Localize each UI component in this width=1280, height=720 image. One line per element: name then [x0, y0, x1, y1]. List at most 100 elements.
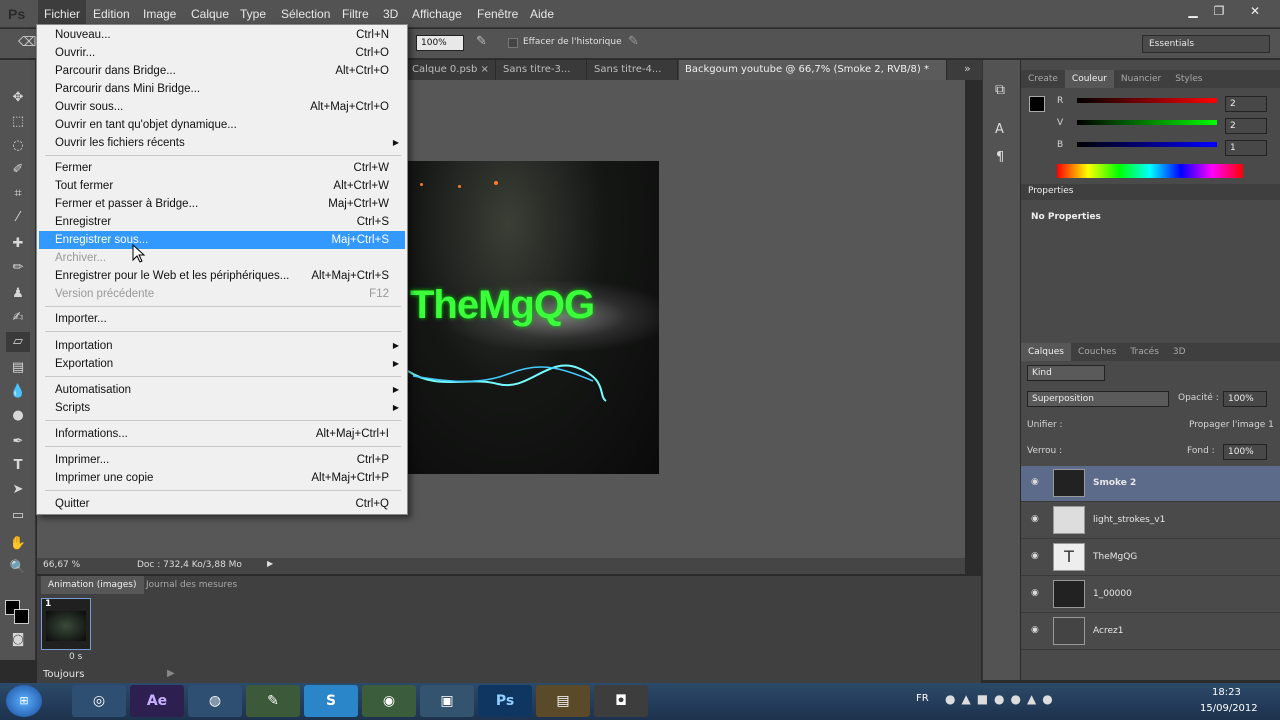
tab-calque0[interactable]: Calque 0.psb ×	[406, 60, 496, 80]
zoom-tool-icon[interactable]: 🔍	[6, 558, 30, 578]
menu-item-enregistrer-web[interactable]: Enregistrer pour le Web et les périphéri…	[39, 267, 405, 285]
photoshop-icon[interactable]: Ps	[478, 685, 532, 717]
minimize-icon[interactable]: ▁	[1182, 3, 1204, 19]
quick-mask-icon[interactable]: ◙	[6, 630, 30, 650]
tab-sans-titre-3[interactable]: Sans titre-3... ×	[497, 60, 587, 95]
marquee-tool-icon[interactable]: ⬚	[6, 112, 30, 132]
opacity-field[interactable]: 100%	[1223, 391, 1267, 407]
menu-item-informations[interactable]: Informations... Alt+Maj+Ctrl+I	[39, 425, 405, 443]
lasso-tool-icon[interactable]: ◌	[6, 136, 30, 156]
stamp-tool-icon[interactable]: ♟	[6, 284, 30, 304]
menu-affichage[interactable]: Affichage	[406, 0, 468, 28]
eye-icon[interactable]: ◉	[1031, 514, 1039, 524]
menu-item-imprimer-copie[interactable]: Imprimer une copie Alt+Maj+Ctrl+P	[39, 469, 405, 487]
notepad-icon[interactable]: ✎	[246, 685, 300, 717]
tray-icons[interactable]: ●▲■●●▲●	[945, 692, 1059, 706]
layer-name[interactable]: Smoke 2	[1093, 478, 1136, 488]
color-spectrum[interactable]	[1057, 164, 1243, 178]
menu-item-quitter[interactable]: Quitter Ctrl+Q	[39, 495, 405, 513]
channel-r-value[interactable]: 2	[1225, 96, 1267, 112]
skype-icon[interactable]: S	[304, 685, 358, 717]
eye-icon[interactable]: ◉	[1031, 551, 1039, 561]
gradient-tool-icon[interactable]: ▤	[6, 358, 30, 378]
channel-b-slider[interactable]	[1077, 142, 1217, 147]
tab-styles[interactable]: Styles	[1168, 70, 1209, 88]
tab-create[interactable]: Create	[1021, 70, 1065, 88]
layer-name[interactable]: Acrez1	[1093, 626, 1123, 636]
blend-mode-select[interactable]: Superposition	[1027, 391, 1169, 407]
document-canvas[interactable]: TheMgQG	[408, 161, 659, 474]
menu-item-fermer-bridge[interactable]: Fermer et passer à Bridge... Maj+Ctrl+W	[39, 195, 405, 213]
layer-row[interactable]: ◉ Smoke 2	[1021, 466, 1280, 502]
blur-tool-icon[interactable]: 💧	[6, 382, 30, 402]
menu-item-ouvrir-sous[interactable]: Ouvrir sous... Alt+Maj+Ctrl+O	[39, 98, 405, 116]
menu-item-objet-dynamique[interactable]: Ouvrir en tant qu'objet dynamique...	[39, 116, 405, 134]
frame-time[interactable]: 0 s	[69, 652, 82, 662]
airbrush-icon[interactable]: ✎	[476, 34, 487, 49]
menu-item-exportation[interactable]: Exportation ▶	[39, 355, 405, 373]
eye-icon[interactable]: ◉	[1031, 625, 1039, 635]
status-zoom[interactable]: 66,67 %	[43, 560, 80, 570]
character-icon[interactable]: A	[995, 122, 1004, 137]
menu-fenetre[interactable]: Fenêtre	[471, 0, 524, 28]
eyedropper-icon[interactable]: ⁄	[6, 208, 30, 228]
clock-time[interactable]: 18:23	[1212, 687, 1241, 698]
menu-item-scripts[interactable]: Scripts ▶	[39, 399, 405, 417]
erase-history-checkbox[interactable]	[508, 38, 518, 48]
type-tool-icon[interactable]: T	[6, 456, 30, 476]
channel-b-value[interactable]: 1	[1225, 140, 1267, 156]
propagate-label[interactable]: Propager l'image 1	[1189, 420, 1274, 430]
menu-item-enregistrer[interactable]: Enregistrer Ctrl+S	[39, 213, 405, 231]
dodge-tool-icon[interactable]: ●	[6, 406, 30, 426]
layer-row[interactable]: ◉ Acrez1	[1021, 614, 1280, 650]
layer-filter-select[interactable]: Kind	[1027, 365, 1105, 381]
zoom-field[interactable]: 100%	[416, 35, 464, 51]
pen-tool-icon[interactable]: ✒	[6, 432, 30, 452]
workspace-select[interactable]: Essentials	[1142, 35, 1270, 53]
color-foreground-swatch[interactable]	[1029, 96, 1045, 112]
tab-couches[interactable]: Couches	[1071, 343, 1123, 361]
app-icon[interactable]: ◘	[594, 685, 648, 717]
hand-tool-icon[interactable]: ✋	[6, 534, 30, 554]
history-icon[interactable]: ⧉	[995, 82, 1005, 98]
background-color-swatch[interactable]	[14, 609, 29, 624]
shape-tool-icon[interactable]: ▭	[6, 506, 30, 526]
language-indicator[interactable]: FR	[916, 693, 929, 704]
loop-select[interactable]: Toujours	[43, 669, 84, 680]
tab-nuancier[interactable]: Nuancier	[1114, 70, 1168, 88]
channel-v-slider[interactable]	[1077, 120, 1217, 125]
layer-name[interactable]: TheMgQG	[1093, 552, 1137, 562]
browser-icon[interactable]: ◍	[188, 685, 242, 717]
tabs-overflow-icon[interactable]: »	[964, 62, 971, 75]
tab-3d[interactable]: 3D	[1166, 343, 1193, 361]
menu-item-importation[interactable]: Importation ▶	[39, 337, 405, 355]
chrome-icon[interactable]: ◉	[362, 685, 416, 717]
layer-name[interactable]: light_strokes_v1	[1093, 515, 1165, 525]
fill-field[interactable]: 100%	[1223, 444, 1267, 460]
eye-icon[interactable]: ◉	[1031, 477, 1039, 487]
folder-icon[interactable]: ▤	[536, 685, 590, 717]
crop-tool-icon[interactable]: ⌗	[6, 184, 30, 204]
tab-sans-titre-4[interactable]: Sans titre-4... ×	[588, 60, 678, 95]
move-tool-icon[interactable]: ✥	[6, 88, 30, 108]
menu-item-bridge[interactable]: Parcourir dans Bridge... Alt+Ctrl+O	[39, 62, 405, 80]
windows-start-icon[interactable]: ⊞	[6, 685, 42, 717]
tab-traces[interactable]: Tracés	[1123, 343, 1166, 361]
tab-backgoum-youtube[interactable]: Backgoum youtube @ 66,7% (Smoke 2, RVB/8…	[679, 60, 947, 95]
layer-name[interactable]: 1_00000	[1093, 589, 1132, 599]
channel-r-slider[interactable]	[1077, 98, 1217, 103]
layer-row[interactable]: ◉ light_strokes_v1	[1021, 503, 1280, 539]
animation-frame[interactable]: 1	[41, 598, 91, 650]
media-player-icon[interactable]: ◎	[72, 685, 126, 717]
menu-aide[interactable]: Aide	[524, 0, 560, 28]
layer-row[interactable]: ◉ T TheMgQG	[1021, 540, 1280, 576]
after-effects-icon[interactable]: Ae	[130, 685, 184, 717]
menu-item-ouvrir[interactable]: Ouvrir... Ctrl+O	[39, 44, 405, 62]
tab-animation[interactable]: Animation (images)	[41, 576, 144, 594]
tab-couleur[interactable]: Couleur	[1064, 70, 1114, 88]
quick-select-icon[interactable]: ✐	[6, 160, 30, 180]
menu-item-imprimer[interactable]: Imprimer... Ctrl+P	[39, 451, 405, 469]
menu-item-fichiers-recents[interactable]: Ouvrir les fichiers récents ▶	[39, 134, 405, 152]
channel-v-value[interactable]: 2	[1225, 118, 1267, 134]
menu-item-nouveau[interactable]: Nouveau... Ctrl+N	[39, 26, 405, 44]
